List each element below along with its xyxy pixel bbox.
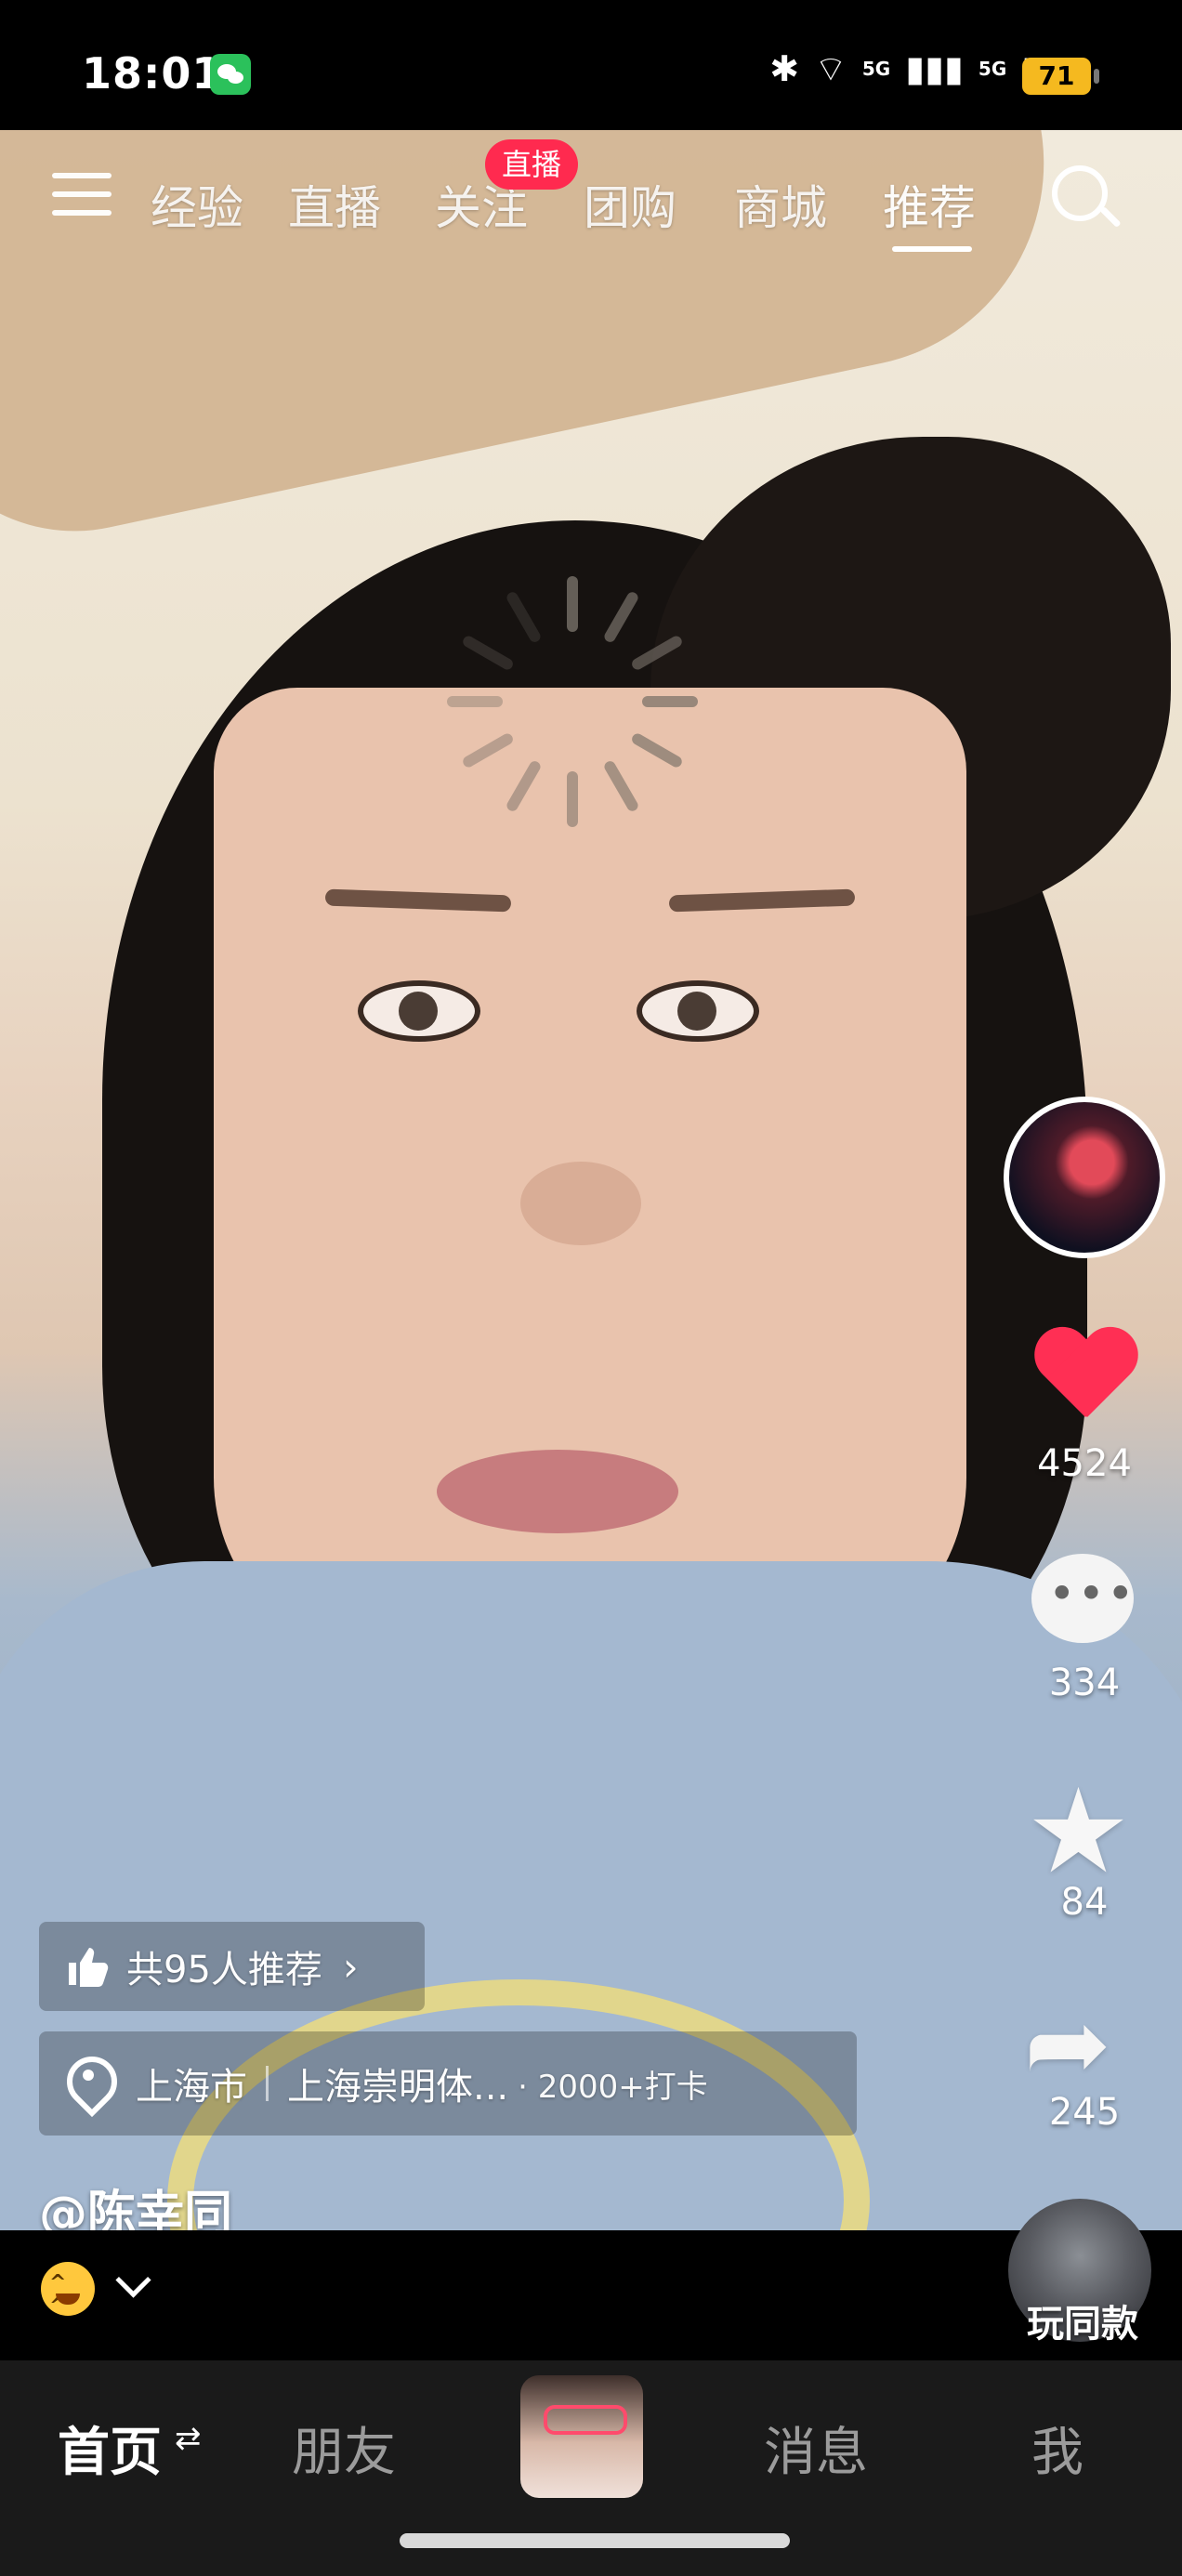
wifi-icon: ⌔	[814, 48, 847, 89]
home-indicator[interactable]	[400, 2533, 790, 2548]
location-city: 上海市	[136, 2066, 247, 2109]
nav-home[interactable]: 首页	[58, 2411, 162, 2486]
chevron-right-icon: ›	[342, 1943, 359, 1990]
nav-messages[interactable]: 消息	[764, 2411, 868, 2486]
comment-icon[interactable]	[1031, 1554, 1136, 1643]
create-avatar-button[interactable]	[520, 2375, 643, 2498]
nav-friends[interactable]: 朋友	[292, 2411, 396, 2486]
lips-shape	[437, 1450, 678, 1533]
location-pill[interactable]: 上海市 上海崇明体... · 2000+打卡	[39, 2031, 857, 2136]
tab-recommended[interactable]: 推荐	[883, 171, 976, 238]
tab-group-buy[interactable]: 团购	[584, 171, 676, 238]
recommend-label: 共95人推荐	[126, 1949, 322, 1991]
favorite-star-icon[interactable]: ★	[1026, 1773, 1131, 1890]
location-place: 上海崇明体...	[287, 2066, 509, 2109]
comment-count: 334	[1048, 1662, 1121, 1704]
status-time: 18:01	[82, 48, 223, 99]
active-tab-underline	[892, 246, 972, 252]
right-eye	[637, 980, 759, 1042]
live-badge: 直播	[485, 139, 578, 190]
like-heart-icon[interactable]	[1031, 1329, 1139, 1426]
recommend-pill[interactable]: 共95人推荐 ›	[39, 1922, 425, 2011]
loading-spinner-icon	[446, 576, 698, 827]
laughing-emoji-icon[interactable]	[41, 2262, 95, 2318]
thumbs-up-icon	[61, 1942, 110, 1991]
signal-5g-icon-2: 5G	[978, 58, 1007, 80]
same-style-label[interactable]: 玩同款	[985, 2293, 1180, 2347]
tab-mall[interactable]: 商城	[734, 171, 827, 238]
battery-indicator: 71	[1022, 58, 1099, 95]
nose-shape	[520, 1162, 641, 1245]
location-divider	[266, 2066, 269, 2101]
glasses-icon	[544, 2405, 627, 2435]
menu-icon[interactable]	[52, 173, 112, 219]
tab-live[interactable]: 直播	[288, 171, 381, 238]
bluetooth-icon: ✱	[769, 48, 800, 89]
favorite-count: 84	[1060, 1881, 1109, 1924]
left-eye	[358, 980, 480, 1042]
location-checkins: · 2000+打卡	[518, 2068, 708, 2106]
signal-bars-icon-1: ▮▮▮	[905, 48, 964, 89]
signal-5g-icon-1: 5G	[861, 58, 891, 80]
author-avatar[interactable]	[1004, 1097, 1165, 1258]
share-count: 245	[1048, 2091, 1121, 2134]
swap-arrows-icon[interactable]: ⇄	[175, 2420, 202, 2457]
tab-experience[interactable]: 经验	[151, 171, 243, 238]
nav-me[interactable]: 我	[1031, 2411, 1084, 2486]
wechat-notification-icon	[210, 54, 251, 95]
like-count: 4524	[1037, 1442, 1132, 1485]
share-arrow-icon[interactable]: ➦	[1024, 1992, 1111, 2096]
location-pin-icon	[67, 2057, 110, 2110]
search-icon[interactable]	[1052, 165, 1108, 221]
